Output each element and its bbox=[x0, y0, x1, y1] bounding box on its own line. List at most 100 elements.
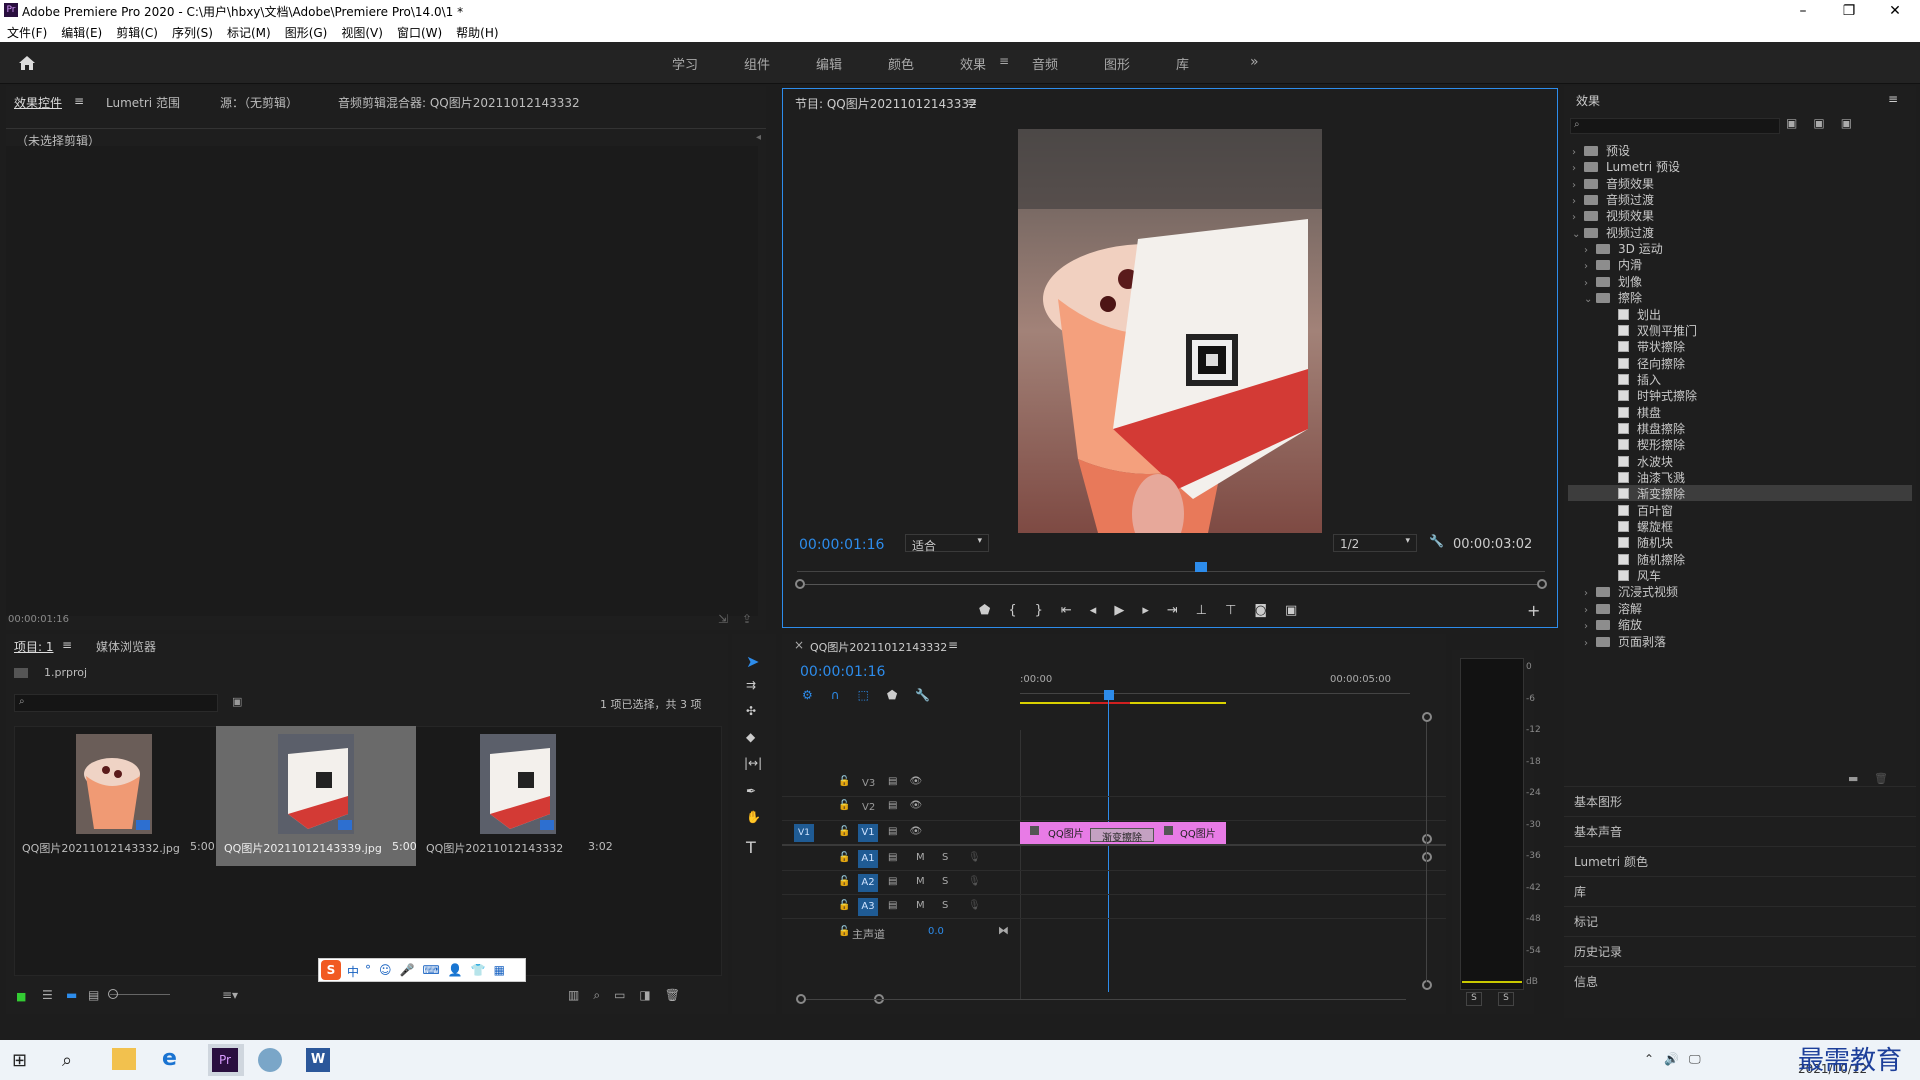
track-a3-label[interactable]: A3 bbox=[858, 898, 878, 916]
resolution-dropdown[interactable]: 1/2 ▾ bbox=[1333, 534, 1417, 552]
effect-item[interactable]: 油漆飞溅 bbox=[1568, 469, 1912, 485]
delete-custom-item-icon[interactable]: 🗑 bbox=[1874, 772, 1888, 785]
effects-tab-menu-icon[interactable]: ≡ bbox=[999, 54, 1009, 68]
search-icon[interactable]: ⌕ bbox=[62, 1050, 72, 1071]
vertical-zoom-handle[interactable] bbox=[1422, 712, 1432, 722]
effect-item[interactable]: 水波块 bbox=[1568, 453, 1912, 469]
menu-graphics[interactable]: 图形(G) bbox=[278, 22, 335, 41]
trash-icon[interactable]: 🗑 bbox=[665, 988, 694, 1002]
effect-folder[interactable]: › 音频效果 bbox=[1568, 175, 1912, 191]
collapsed-panel-header[interactable]: 历史记录 bbox=[1564, 936, 1916, 964]
effect-item[interactable]: 双侧平推门 bbox=[1568, 322, 1912, 338]
timeline-playhead-handle[interactable] bbox=[1104, 690, 1114, 700]
tab-libraries[interactable]: 库 bbox=[1176, 54, 1189, 73]
play-icon[interactable]: ▶ bbox=[1114, 603, 1142, 618]
sequence-menu-icon[interactable]: ≡ bbox=[948, 638, 958, 652]
tab-editing[interactable]: 编辑 bbox=[816, 54, 842, 73]
effect-folder[interactable]: ⌄ 视频过渡 bbox=[1568, 224, 1912, 240]
effects-menu-icon[interactable]: ≡ bbox=[1888, 92, 1898, 106]
mute-button[interactable]: M bbox=[916, 900, 925, 911]
transition-gradient-wipe[interactable]: 渐变擦除 bbox=[1090, 828, 1154, 844]
share-icon[interactable]: ⇪ bbox=[742, 612, 752, 626]
timeline-settings-icon[interactable]: 🔧 bbox=[915, 688, 948, 702]
windows-start-icon[interactable]: ⊞ bbox=[12, 1050, 27, 1071]
eye-icon[interactable]: 👁 bbox=[909, 826, 934, 837]
home-icon[interactable] bbox=[18, 55, 36, 71]
horizontal-zoom-start[interactable] bbox=[796, 994, 806, 1004]
master-volume-value[interactable]: 0.0 bbox=[928, 926, 944, 937]
menu-edit[interactable]: 编辑(E) bbox=[54, 22, 109, 41]
extract-icon[interactable]: ⊤ bbox=[1225, 603, 1254, 618]
chevron-right-icon[interactable]: › bbox=[1572, 147, 1584, 158]
effect-folder[interactable]: › 3D 运动 bbox=[1568, 240, 1912, 256]
lock-icon[interactable]: 🔓 bbox=[838, 776, 850, 787]
32bit-effects-icon[interactable]: ▣ bbox=[1813, 116, 1840, 130]
step-back-icon[interactable]: ◂ bbox=[1090, 603, 1115, 618]
collapsed-panel-header[interactable]: 信息 bbox=[1564, 966, 1916, 994]
find-icon[interactable]: ⌕ bbox=[593, 988, 614, 1002]
nest-icon[interactable]: ⚙ bbox=[802, 688, 831, 702]
maximize-button[interactable]: ❐ bbox=[1826, 0, 1872, 22]
menu-window[interactable]: 窗口(W) bbox=[390, 22, 449, 41]
horizontal-scrollbar[interactable] bbox=[806, 999, 1406, 1000]
go-to-end-icon[interactable]: ⧓ bbox=[998, 924, 1009, 937]
lock-icon[interactable]: 🔓 bbox=[838, 926, 850, 937]
go-to-out-icon[interactable]: ⇥ bbox=[1167, 603, 1196, 618]
toggle-sync-icon[interactable]: ▤ bbox=[888, 776, 909, 787]
chevron-right-icon[interactable]: › bbox=[1584, 638, 1596, 649]
project-menu-icon[interactable]: ≡ bbox=[62, 638, 72, 652]
tab-source[interactable]: 源：（无剪辑） bbox=[220, 94, 298, 111]
go-to-in-icon[interactable]: ⇤ bbox=[1061, 603, 1090, 618]
sequence-tab[interactable]: QQ图片20211012143332 bbox=[810, 639, 947, 655]
lock-icon[interactable]: 🔓 bbox=[838, 800, 850, 811]
tab-effects[interactable]: 效果 bbox=[960, 54, 986, 73]
more-workspaces-button[interactable]: » bbox=[1250, 54, 1259, 70]
program-timeline-ruler[interactable] bbox=[797, 571, 1545, 572]
effect-item[interactable]: 插入 bbox=[1568, 371, 1912, 387]
list-view-icon[interactable]: ☰ bbox=[42, 988, 53, 1002]
effect-folder[interactable]: › 缩放 bbox=[1568, 616, 1912, 632]
icon-view-icon[interactable]: ▬ bbox=[66, 988, 77, 1002]
edge-browser-icon[interactable]: e bbox=[162, 1046, 177, 1071]
track-v1-label[interactable]: V1 bbox=[858, 824, 878, 842]
track-a1-label[interactable]: A1 bbox=[858, 850, 878, 868]
vertical-zoom-handle[interactable] bbox=[1422, 852, 1432, 862]
lock-icon[interactable]: 🔓 bbox=[838, 876, 850, 887]
track-a2-label[interactable]: A2 bbox=[858, 874, 878, 892]
word-taskbar-icon[interactable]: W bbox=[306, 1048, 330, 1072]
effect-item[interactable]: 渐变擦除 bbox=[1568, 485, 1912, 502]
mute-button[interactable]: M bbox=[916, 852, 925, 863]
menu-clip[interactable]: 剪辑(C) bbox=[109, 22, 165, 41]
tab-audio-clip-mixer[interactable]: 音频剪辑混合器: QQ图片20211012143332 bbox=[338, 94, 580, 111]
track-select-tool-icon[interactable]: ⇉ bbox=[746, 678, 756, 692]
effect-item[interactable]: 径向擦除 bbox=[1568, 355, 1912, 371]
ripple-edit-tool-icon[interactable]: ✣ bbox=[746, 704, 756, 718]
add-button-icon[interactable]: + bbox=[1527, 601, 1540, 620]
menu-markers[interactable]: 标记(M) bbox=[220, 22, 278, 41]
menu-view[interactable]: 视图(V) bbox=[334, 22, 390, 41]
eye-icon[interactable]: 👁 bbox=[909, 800, 934, 811]
lock-icon[interactable]: ■ bbox=[16, 990, 26, 1003]
effect-folder[interactable]: › 音频过渡 bbox=[1568, 191, 1912, 207]
close-button[interactable]: ✕ bbox=[1872, 0, 1918, 22]
menu-help[interactable]: 帮助(H) bbox=[449, 22, 505, 41]
program-playhead-timecode[interactable]: 00:00:01:16 bbox=[799, 537, 884, 553]
effect-item[interactable]: 划出 bbox=[1568, 306, 1912, 322]
chevron-right-icon[interactable]: › bbox=[1584, 278, 1596, 289]
file-explorer-icon[interactable] bbox=[112, 1048, 136, 1070]
collapsed-panel-header[interactable]: Lumetri 颜色 bbox=[1564, 846, 1916, 874]
new-item-icon[interactable]: ◨ bbox=[639, 988, 664, 1002]
menu-sequence[interactable]: 序列(S) bbox=[165, 22, 220, 41]
effect-folder[interactable]: ⌄ 擦除 bbox=[1568, 289, 1912, 305]
app-taskbar-icon[interactable] bbox=[258, 1048, 282, 1072]
toggle-sync-icon[interactable]: ▤ bbox=[888, 852, 897, 863]
vertical-zoom-handle[interactable] bbox=[1422, 834, 1432, 844]
timeline-playhead-line[interactable] bbox=[1108, 700, 1109, 992]
effect-item[interactable]: 时钟式擦除 bbox=[1568, 387, 1912, 403]
effect-item[interactable]: 棋盘擦除 bbox=[1568, 420, 1912, 436]
accelerated-effects-icon[interactable]: ▣ bbox=[1786, 116, 1813, 130]
effect-item[interactable]: 螺旋框 bbox=[1568, 518, 1912, 534]
chevron-down-icon[interactable]: ⌄ bbox=[1584, 294, 1596, 305]
system-tray-icons[interactable]: ⌃🔊🖵 bbox=[1644, 1052, 1711, 1067]
compare-icon[interactable]: ▣ bbox=[1285, 603, 1315, 618]
